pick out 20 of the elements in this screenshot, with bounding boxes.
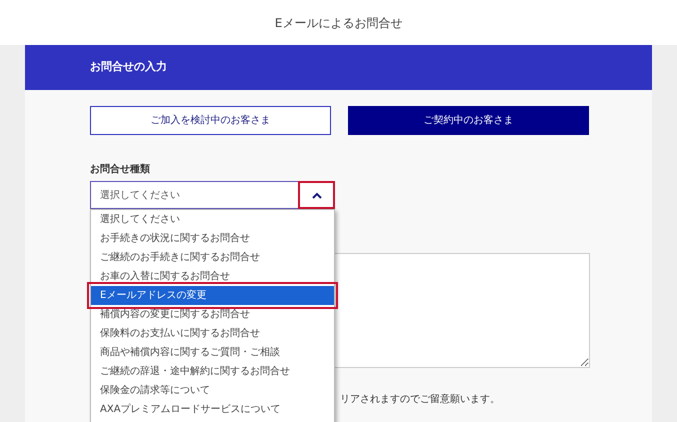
notice-text: リアされますのでご留意願います。 bbox=[340, 392, 500, 407]
dropdown-option[interactable]: お手続きの状況に関するお問合せ bbox=[91, 229, 334, 248]
dropdown-option[interactable]: 補償内容の変更に関するお問合せ bbox=[91, 305, 334, 324]
page-title: Eメールによるお問合せ bbox=[274, 14, 402, 32]
field-label: お問合せ種類 bbox=[90, 162, 151, 177]
dropdown-option[interactable]: お車の入替に関するお問合せ bbox=[91, 267, 334, 286]
dropdown-option[interactable]: ご継続のお手続きに関するお問合せ bbox=[91, 248, 334, 267]
dropdown-toggle[interactable] bbox=[298, 181, 335, 209]
dropdown-option[interactable]: 選択してください bbox=[91, 210, 334, 229]
dropdown-option[interactable]: Eメールアドレスの変更 bbox=[91, 286, 334, 305]
chevron-up-icon bbox=[312, 192, 322, 198]
inquiry-type-select[interactable]: 選択してください bbox=[90, 181, 298, 209]
dropdown-option[interactable]: 保険金の請求等について bbox=[91, 381, 334, 400]
dropdown-option[interactable]: AXAプレミアムロードサービスについて bbox=[91, 400, 334, 419]
dropdown-option[interactable]: ご継続の辞退・途中解約に関するお問合せ bbox=[91, 362, 334, 381]
dropdown-option[interactable]: 商品や補償内容に関するご質問・ご相談 bbox=[91, 343, 334, 362]
customer-type-tab[interactable]: ご加入を検討中のお客さま bbox=[90, 106, 331, 135]
section-title: お問合せの入力 bbox=[90, 59, 167, 76]
dropdown-option[interactable]: 保険料のお支払いに関するお問合せ bbox=[91, 324, 334, 343]
customer-type-tab[interactable]: ご契約中のお客さま bbox=[348, 106, 589, 135]
